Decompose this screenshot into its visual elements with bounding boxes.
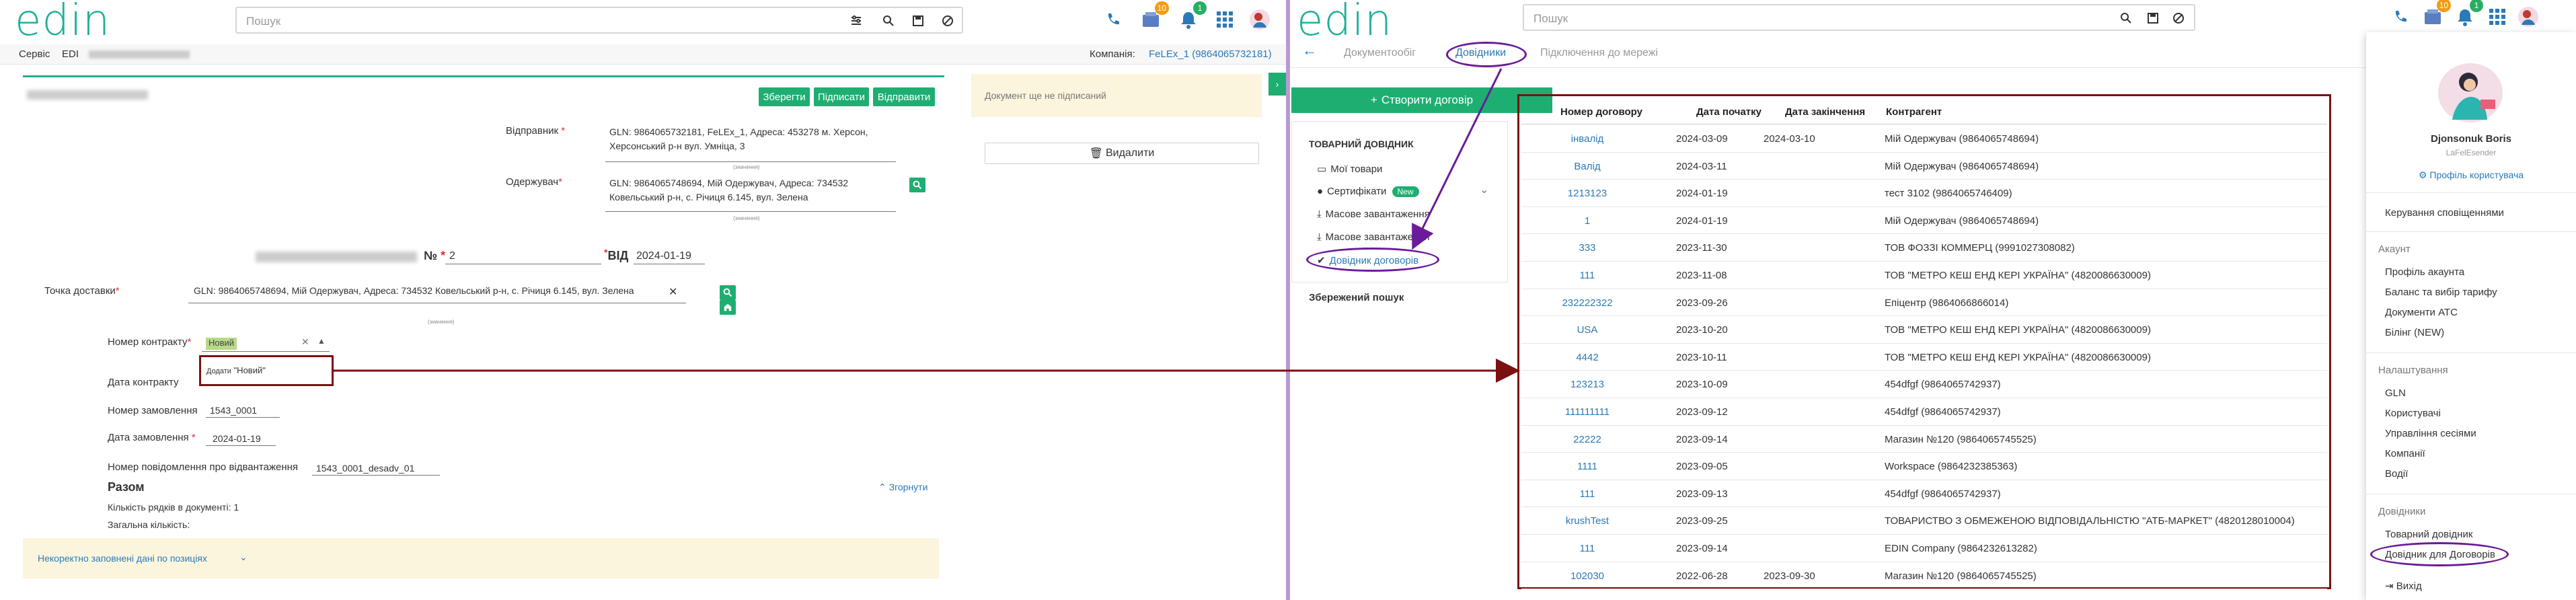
- annotation-arrows: [334, 68, 1520, 383]
- nav-arrow-top: [1412, 68, 1503, 250]
